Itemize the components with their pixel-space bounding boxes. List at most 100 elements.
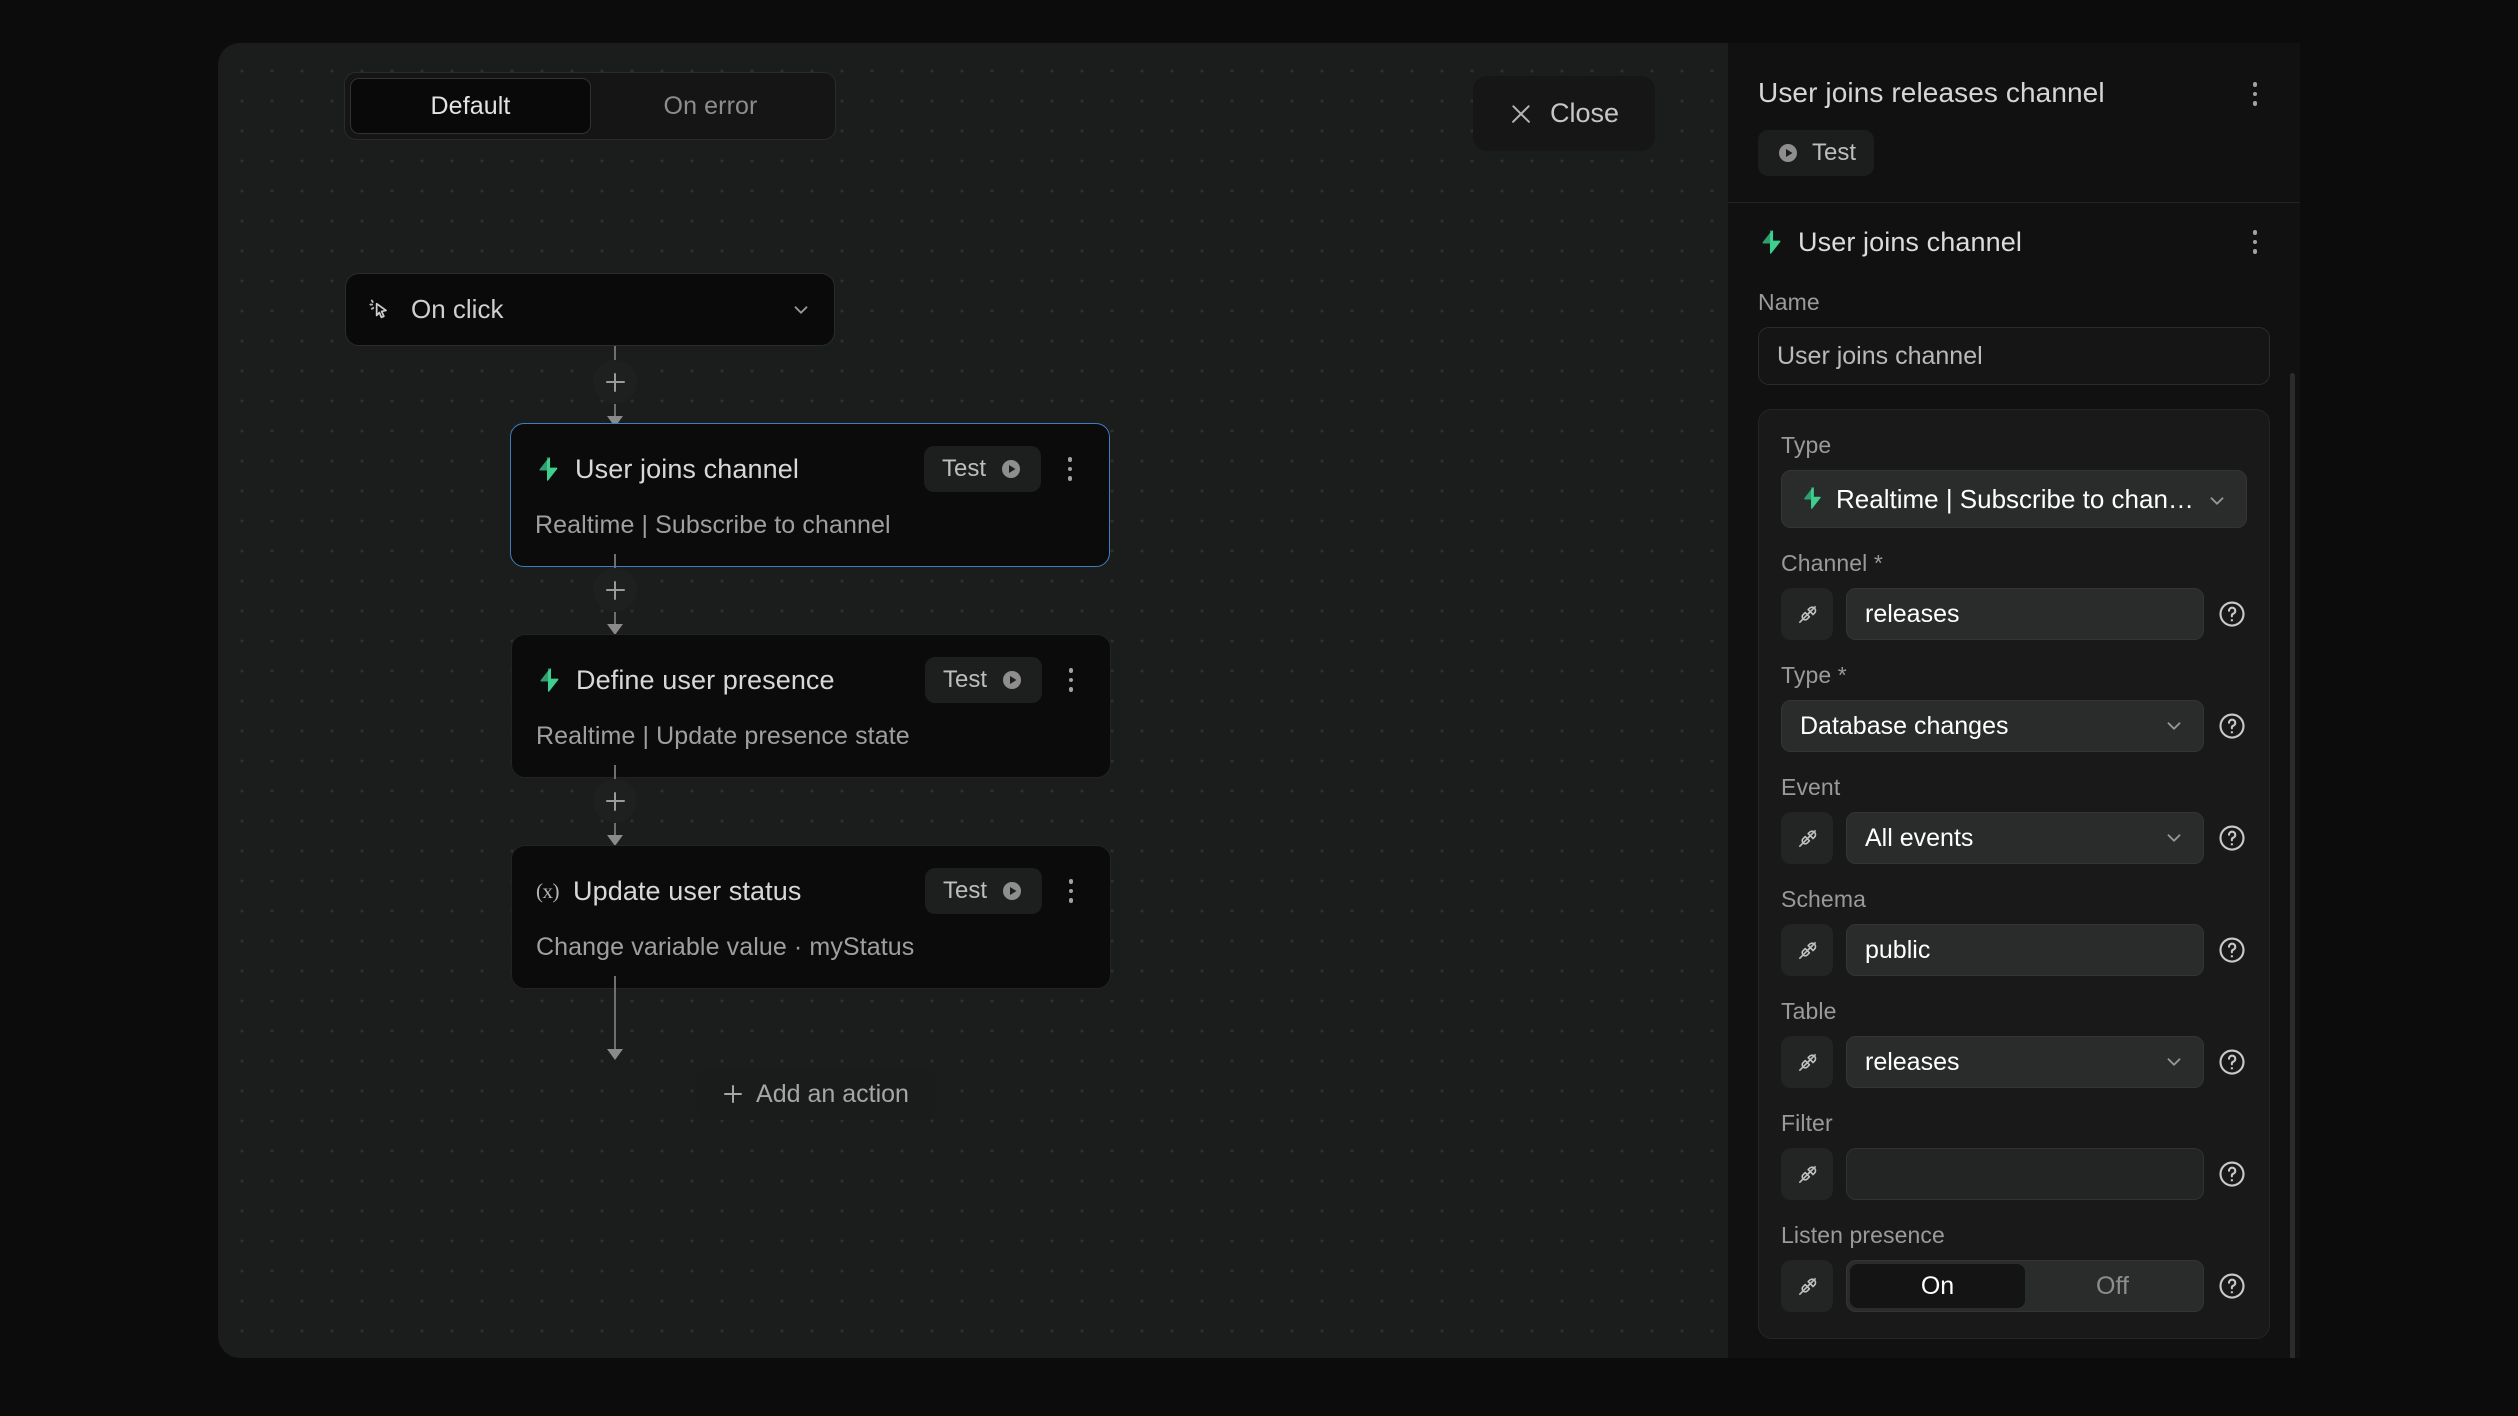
variable-icon: (x): [536, 879, 559, 904]
tab-default[interactable]: Default: [350, 78, 591, 134]
field-label: Table: [1781, 998, 2247, 1025]
connector-2: [590, 554, 640, 635]
help-icon[interactable]: [2217, 1047, 2247, 1077]
plug-icon: [1796, 939, 1819, 962]
channel-value: releases: [1865, 600, 2185, 629]
name-input[interactable]: [1758, 327, 2270, 385]
node-test-button[interactable]: Test: [924, 446, 1041, 492]
tab-on-error[interactable]: On error: [591, 78, 830, 134]
field-schema: Schema: [1781, 886, 2247, 976]
filter-input[interactable]: [1846, 1148, 2204, 1200]
action-card-update-user-status[interactable]: (x) Update user status Test: [511, 845, 1111, 989]
field-label: Event: [1781, 774, 2247, 801]
node-test-button[interactable]: Test: [925, 657, 1042, 703]
event-value: All events: [1865, 824, 2153, 853]
type-select-value: Realtime | Subscribe to channel: [1836, 484, 2196, 515]
mode-switch: Default On error: [344, 72, 836, 140]
action-card-define-user-presence[interactable]: Define user presence Test: [511, 634, 1111, 778]
panel-node-title: User joins channel: [1798, 227, 2226, 258]
field-event: Event: [1781, 774, 2247, 864]
listen-presence-off[interactable]: Off: [2025, 1264, 2200, 1308]
field-type: Type * Database changes: [1781, 662, 2247, 752]
chevron-down-icon: [2163, 827, 2185, 849]
node-config-panel: User joins releases channel Test: [1728, 43, 2300, 1358]
node-test-label: Test: [942, 455, 986, 483]
connector-1: [590, 346, 640, 427]
chevron-down-icon: [790, 299, 812, 321]
field-label: Type: [1781, 432, 2247, 459]
field-label: Type *: [1781, 662, 2247, 689]
node-menu-button[interactable]: [1055, 452, 1085, 486]
field-label: Channel *: [1781, 550, 2247, 577]
panel-title: User joins releases channel: [1758, 77, 2240, 109]
action-card-user-joins-channel[interactable]: User joins channel Test: [510, 423, 1110, 567]
plug-icon: [1796, 1051, 1819, 1074]
close-button-label: Close: [1550, 98, 1619, 129]
add-an-action-label: Add an action: [756, 1080, 909, 1109]
field-filter: Filter: [1781, 1110, 2247, 1200]
play-icon: [1776, 141, 1800, 165]
listen-presence-toggle: On Off: [1846, 1260, 2204, 1312]
panel-menu-button[interactable]: [2240, 77, 2270, 111]
trigger-node-on-click[interactable]: On click: [345, 273, 835, 346]
action-card-title: Update user status: [573, 876, 911, 907]
bind-channel-button[interactable]: [1781, 588, 1833, 640]
flow-canvas[interactable]: Default On error Close On click: [218, 43, 1728, 1358]
field-table: Table: [1781, 998, 2247, 1088]
schema-input[interactable]: public: [1846, 924, 2204, 976]
play-icon: [1000, 879, 1024, 903]
bind-table-button[interactable]: [1781, 1036, 1833, 1088]
panel-scrollbar[interactable]: [2290, 373, 2295, 1358]
node-menu-button[interactable]: [1056, 874, 1086, 908]
workflow-editor: Default On error Close On click: [0, 0, 2518, 1416]
panel-body: User joins channel Name Type: [1728, 203, 2300, 1358]
plug-icon: [1796, 1163, 1819, 1186]
type-db-select[interactable]: Database changes: [1781, 700, 2204, 752]
help-icon[interactable]: [2217, 935, 2247, 965]
field-type-main: Type Realtime | Subscribe to channel: [1781, 432, 2247, 528]
panel-node-menu-button[interactable]: [2240, 225, 2270, 259]
help-icon[interactable]: [2217, 1271, 2247, 1301]
node-test-button[interactable]: Test: [925, 868, 1042, 914]
play-icon: [999, 457, 1023, 481]
add-an-action-button[interactable]: Add an action: [696, 1068, 936, 1120]
panel-test-label: Test: [1812, 139, 1856, 167]
action-card-title: Define user presence: [576, 665, 911, 696]
panel-test-button[interactable]: Test: [1758, 130, 1874, 176]
bind-filter-button[interactable]: [1781, 1148, 1833, 1200]
node-menu-button[interactable]: [1056, 663, 1086, 697]
type-db-value: Database changes: [1800, 712, 2153, 741]
panel-scroll-area: User joins channel Name Type: [1728, 225, 2300, 1358]
close-button[interactable]: Close: [1473, 76, 1655, 151]
channel-input[interactable]: releases: [1846, 588, 2204, 640]
plug-icon: [1796, 1275, 1819, 1298]
add-node-button[interactable]: [593, 360, 637, 404]
chevron-down-icon: [2163, 1051, 2185, 1073]
field-label: Filter: [1781, 1110, 2247, 1137]
type-select[interactable]: Realtime | Subscribe to channel: [1781, 470, 2247, 528]
help-icon[interactable]: [2217, 1159, 2247, 1189]
trigger-label: On click: [411, 294, 773, 325]
bind-schema-button[interactable]: [1781, 924, 1833, 976]
add-node-button[interactable]: [593, 568, 637, 612]
help-icon[interactable]: [2217, 823, 2247, 853]
table-select[interactable]: releases: [1846, 1036, 2204, 1088]
schema-value: public: [1865, 936, 2185, 965]
field-label: Listen presence: [1781, 1222, 2247, 1249]
plus-icon: [723, 1084, 743, 1104]
node-test-label: Test: [943, 877, 987, 905]
connector-3: [590, 765, 640, 846]
play-icon: [1000, 668, 1024, 692]
node-test-label: Test: [943, 666, 987, 694]
bind-listen-presence-button[interactable]: [1781, 1260, 1833, 1312]
action-card-subtitle: Realtime | Subscribe to channel: [535, 511, 1085, 540]
bind-event-button[interactable]: [1781, 812, 1833, 864]
add-node-button[interactable]: [593, 779, 637, 823]
listen-presence-on[interactable]: On: [1850, 1264, 2025, 1308]
action-card-subtitle: Realtime | Update presence state: [536, 722, 1086, 751]
event-select[interactable]: All events: [1846, 812, 2204, 864]
help-icon[interactable]: [2217, 711, 2247, 741]
help-icon[interactable]: [2217, 599, 2247, 629]
cursor-click-icon: [368, 297, 394, 323]
supabase-bolt-icon: [1758, 229, 1784, 255]
